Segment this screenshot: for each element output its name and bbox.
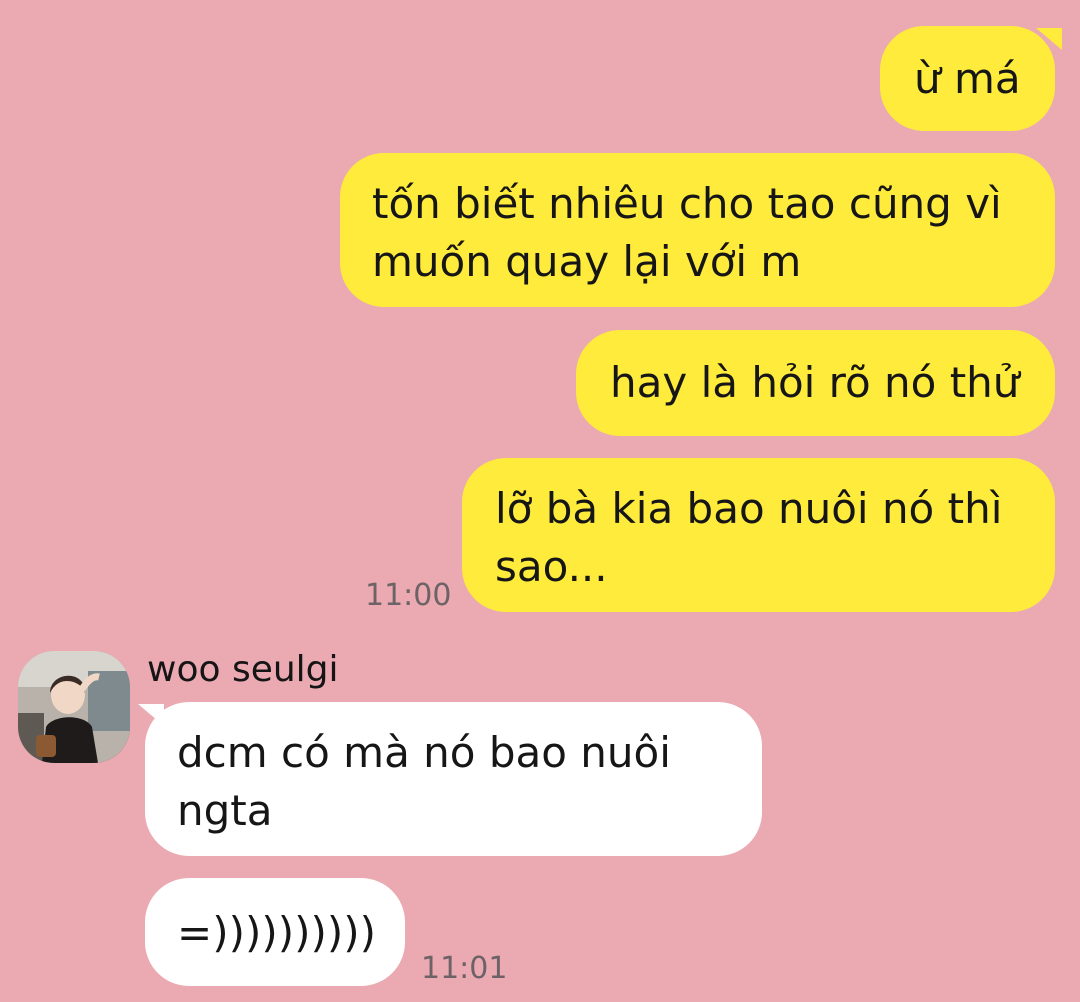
received-message-bubble[interactable]: dcm có mà nó bao nuôi ngta — [145, 702, 762, 856]
received-message-bubble[interactable]: =)))))))))) — [145, 878, 405, 986]
received-timestamp: 11:01 — [421, 951, 508, 986]
profile-photo-icon — [18, 651, 130, 763]
sent-message-bubble[interactable]: hay là hỏi rõ nó thử — [576, 330, 1055, 436]
sent-message-bubble[interactable]: ừ má — [880, 26, 1055, 131]
sent-message-bubble[interactable]: lỡ bà kia bao nuôi nó thì sao... — [462, 458, 1055, 612]
contact-name: woo seulgi — [147, 649, 339, 690]
sent-timestamp: 11:00 — [365, 578, 452, 613]
sent-message-bubble[interactable]: tốn biết nhiêu cho tao cũng vì muốn quay… — [340, 153, 1055, 307]
contact-avatar[interactable] — [18, 651, 130, 763]
